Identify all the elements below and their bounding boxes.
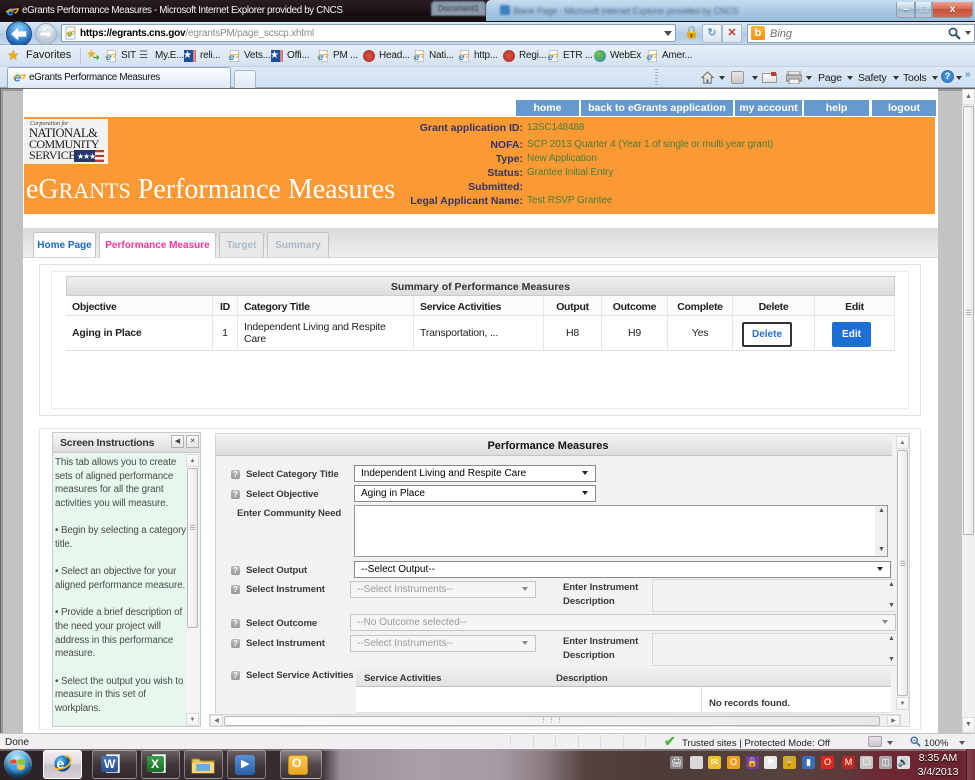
svg-text:★: ★ xyxy=(89,152,96,161)
svg-text:e: e xyxy=(67,28,72,38)
